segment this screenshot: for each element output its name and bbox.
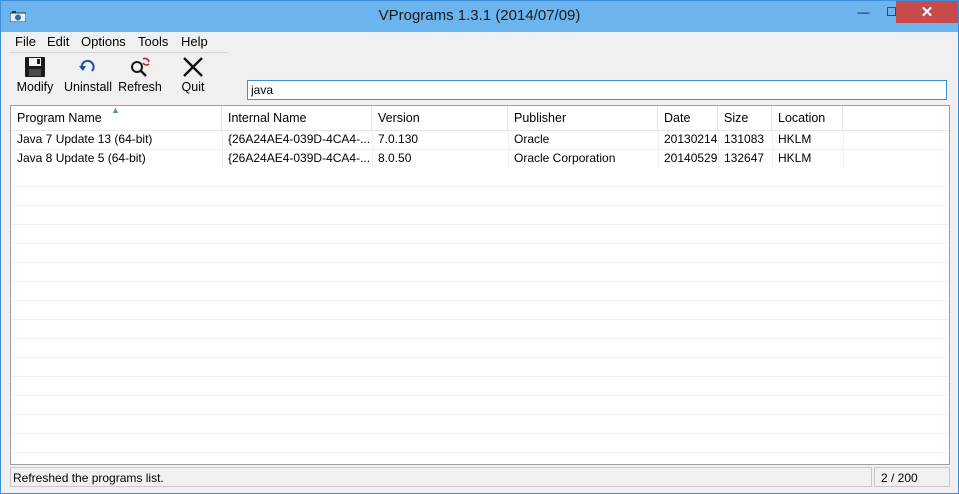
app-window: VPrograms 1.3.1 (2014/07/09) — ☐ ✕ File … bbox=[0, 0, 959, 494]
refresh-label: Refresh bbox=[118, 80, 162, 94]
column-location[interactable]: Location bbox=[772, 106, 843, 130]
modify-button[interactable]: Modify bbox=[9, 53, 61, 97]
column-version[interactable]: Version bbox=[372, 106, 508, 130]
magnifier-refresh-icon bbox=[131, 57, 150, 77]
column-date[interactable]: Date bbox=[658, 106, 718, 130]
cell-size: 131083 bbox=[724, 132, 765, 146]
cell-version: 8.0.50 bbox=[378, 151, 412, 165]
menu-edit[interactable]: Edit bbox=[47, 34, 69, 49]
table-row[interactable]: Java 8 Update 5 (64-bit) {26A24AE4-039D-… bbox=[11, 149, 949, 169]
title-bar[interactable]: VPrograms 1.3.1 (2014/07/09) — ☐ ✕ bbox=[1, 1, 958, 32]
cell-size: 132647 bbox=[724, 151, 765, 165]
column-program-name[interactable]: Program Name ▲ bbox=[11, 106, 222, 130]
quit-button[interactable]: Quit bbox=[171, 53, 215, 97]
empty-rows bbox=[11, 168, 949, 464]
uninstall-label: Uninstall bbox=[64, 80, 112, 94]
column-size[interactable]: Size bbox=[718, 106, 772, 130]
cell-date: 20140529 bbox=[664, 151, 718, 165]
minimize-button[interactable]: — bbox=[849, 1, 878, 23]
column-program-name-label: Program Name bbox=[17, 111, 102, 125]
close-button[interactable]: ✕ bbox=[896, 1, 958, 23]
cell-internal-name: {26A24AE4-039D-4CA4-... bbox=[228, 151, 371, 165]
cell-date: 20130214 bbox=[664, 132, 718, 146]
column-publisher[interactable]: Publisher bbox=[508, 106, 658, 130]
column-internal-name[interactable]: Internal Name bbox=[222, 106, 372, 130]
cell-version: 7.0.130 bbox=[378, 132, 419, 146]
undo-arrow-icon bbox=[79, 59, 95, 72]
floppy-disk-icon bbox=[25, 57, 45, 77]
cell-location: HKLM bbox=[778, 151, 812, 165]
sort-ascending-icon: ▲ bbox=[111, 105, 120, 115]
window-title: VPrograms 1.3.1 (2014/07/09) bbox=[378, 7, 581, 24]
x-mark-icon bbox=[183, 57, 203, 77]
menu-help[interactable]: Help bbox=[181, 34, 208, 49]
cell-publisher: Oracle Corporation bbox=[514, 151, 616, 165]
refresh-button[interactable]: Refresh bbox=[117, 53, 163, 97]
menu-tools[interactable]: Tools bbox=[138, 34, 168, 49]
table-row[interactable]: Java 7 Update 13 (64-bit) {26A24AE4-039D… bbox=[11, 130, 949, 150]
menu-bar: File Edit Options Tools Help bbox=[9, 32, 228, 53]
status-message: Refreshed the programs list. bbox=[10, 467, 872, 487]
menu-options[interactable]: Options bbox=[81, 34, 126, 49]
uninstall-button[interactable]: Uninstall bbox=[61, 53, 115, 97]
programs-list[interactable]: Program Name ▲ Internal Name Version Pub… bbox=[10, 105, 950, 465]
cell-internal-name: {26A24AE4-039D-4CA4-... bbox=[228, 132, 371, 146]
status-bar: Refreshed the programs list. 2 / 200 bbox=[10, 467, 950, 487]
cell-program-name: Java 7 Update 13 (64-bit) bbox=[17, 132, 153, 146]
cell-location: HKLM bbox=[778, 132, 812, 146]
cell-program-name: Java 8 Update 5 (64-bit) bbox=[17, 151, 146, 165]
modify-label: Modify bbox=[16, 80, 54, 94]
cell-publisher: Oracle bbox=[514, 132, 550, 146]
quit-label: Quit bbox=[181, 80, 205, 94]
menu-file[interactable]: File bbox=[15, 34, 36, 49]
list-header: Program Name ▲ Internal Name Version Pub… bbox=[11, 106, 949, 131]
status-count: 2 / 200 bbox=[874, 467, 950, 487]
search-input[interactable] bbox=[247, 80, 947, 100]
